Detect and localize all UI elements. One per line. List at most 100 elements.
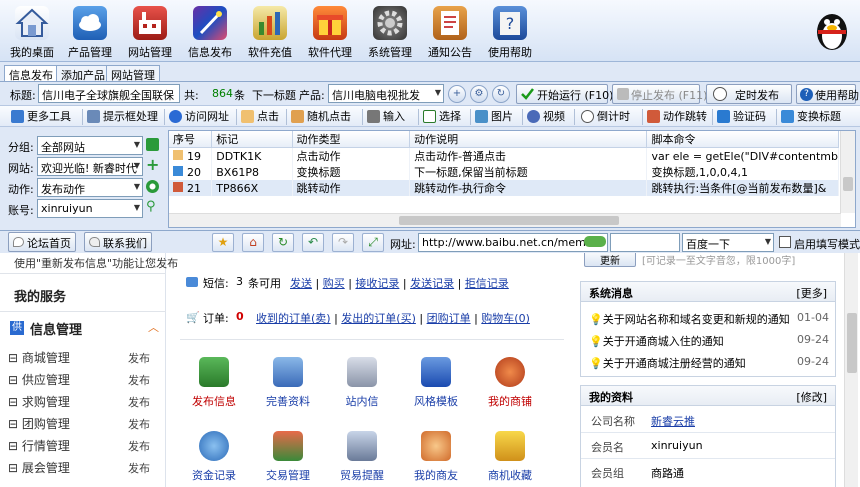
title-input[interactable]: 信川电子全球旗舰全国联保 [38,84,180,103]
info-mgmt-heading[interactable]: 信息管理 [30,319,82,338]
tool-select[interactable]: 选择 [422,108,461,126]
action-settings-icon[interactable] [146,180,159,193]
menu-item-exhibition[interactable]: ⊟ 展会管理 [8,459,70,476]
tool-more[interactable]: 更多工具 [10,108,71,126]
sms-received-link[interactable]: 接收记录 [355,277,399,290]
col-mark[interactable]: 标记 [211,131,293,148]
tool-visit-url[interactable]: 访问网址 [168,108,229,126]
sms-buy-link[interactable]: 购买 [323,277,345,290]
tool-video[interactable]: 视频 [526,108,565,126]
trade-mgmt-shortcut[interactable]: 交易管理 [256,431,320,483]
col-no[interactable]: 序号 [169,131,213,148]
table-row-selected[interactable]: 21 TP866X 跳转动作 跳转动作-执行命令 跳转执行:当条件[@当前发布数… [169,180,839,196]
group-select[interactable]: 全部网站 [37,136,143,155]
settings-icon[interactable]: ⚙ [470,85,488,103]
sms-send-link[interactable]: 发送 [290,277,312,290]
search-input[interactable] [610,233,680,252]
tool-change-title[interactable]: 变换标题 [780,108,841,126]
forum-home-button[interactable]: 论坛首页 [8,232,76,252]
toolbar-agent[interactable]: 软件代理 [300,4,360,60]
table-row[interactable]: 20 BX61P8 变换标题 下一标题,保留当前标题 变换标题,1,0,0,4,… [169,164,839,180]
my-shop-shortcut[interactable]: 我的商铺 [478,357,542,409]
help-button[interactable]: ? 使用帮助 [796,84,859,104]
add-icon[interactable]: + [448,85,466,103]
list-item[interactable]: 💡关于网站名称和域名变更和新规的通知 01-04 [589,311,829,327]
go-icon[interactable] [584,236,606,247]
edit-link[interactable]: [修改] [796,389,827,405]
list-item[interactable]: 💡关于开通商城注册经营的通知 09-24 [589,355,829,371]
sent-orders-link[interactable]: 发出的订单(买) [341,312,416,325]
grid-horizontal-scrollbar[interactable] [169,213,841,227]
toolbar-recharge[interactable]: 软件充值 [240,4,300,60]
site-mail-shortcut[interactable]: 站内信 [330,357,394,409]
url-input[interactable]: http://www.baibu.net.cn/membe [418,233,608,252]
collapse-chevron-icon[interactable]: ︿ [148,319,159,335]
complete-profile-shortcut[interactable]: 完善资料 [256,357,320,409]
favorites-shortcut[interactable]: 商机收藏 [478,431,542,483]
search-engine-select[interactable]: 百度一下 [682,233,774,252]
tool-action-jump[interactable]: 动作跳转 [646,108,707,126]
tool-alert-handler[interactable]: 提示框处理 [86,108,158,126]
publish-link[interactable]: 发布 [128,438,150,454]
refresh-icon[interactable]: ↻ [492,85,510,103]
toolbar-announcements[interactable]: 通知公告 [420,4,480,60]
timed-publish-button[interactable]: 定时发布 [706,84,792,104]
menu-item-market[interactable]: ⊟ 行情管理 [8,437,70,454]
submit-button[interactable]: 更新 [584,253,636,267]
publish-link[interactable]: 发布 [128,372,150,388]
refresh-icon[interactable]: ↻ [272,233,294,252]
menu-item-supply[interactable]: ⊟ 供应管理 [8,371,70,388]
stop-publish-button[interactable]: 停止发布 (F11) [612,84,707,104]
toolbar-site-mgmt[interactable]: 网站管理 [120,4,180,60]
fund-record-shortcut[interactable]: 资金记录 [182,431,246,483]
tool-countdown[interactable]: 倒计时 [580,108,630,126]
col-cmd[interactable]: 脚本命令 [646,131,839,148]
site-select[interactable]: 欢迎光临! 新睿时代 [37,157,143,176]
group-orders-link[interactable]: 团购订单 [427,312,471,325]
tool-captcha[interactable]: 验证码 [716,108,766,126]
toolbar-help[interactable]: ? 使用帮助 [480,4,540,60]
toolbar-product-mgmt[interactable]: 产品管理 [60,4,120,60]
list-item[interactable]: 💡关于开通商城入住的通知 09-24 [589,333,829,349]
folder-icon[interactable] [146,138,159,151]
my-friends-shortcut[interactable]: 我的商友 [404,431,468,483]
publish-link[interactable]: 发布 [128,416,150,432]
company-name-link[interactable]: 新睿云推 [651,413,695,429]
page-vertical-scrollbar[interactable] [844,253,858,487]
add-site-icon[interactable]: + [146,157,159,173]
tab-site-mgmt[interactable]: 网站管理 [106,65,160,82]
forward-arrow-icon[interactable]: ↷ [332,233,354,252]
home-icon[interactable]: ⌂ [242,233,264,252]
scroll-thumb[interactable] [843,177,853,191]
tab-add-product[interactable]: 添加产品 [56,65,110,82]
grid-vertical-scrollbar[interactable] [840,131,855,213]
tool-image[interactable]: 图片 [474,108,513,126]
received-orders-link[interactable]: 收到的订单(卖) [256,312,331,325]
scroll-thumb[interactable] [399,216,619,225]
publish-info-shortcut[interactable]: 发布信息 [182,357,246,409]
account-select[interactable]: xinruiyun [37,199,143,218]
tab-info-publish[interactable]: 信息发布 [4,65,58,82]
col-type[interactable]: 动作类型 [292,131,411,148]
tool-click[interactable]: 点击 [240,108,279,126]
fullscreen-icon[interactable]: ⤢ [362,233,384,252]
product-select[interactable]: 信川电脑电视批发 [328,84,444,103]
sms-rejected-link[interactable]: 拒信记录 [465,277,509,290]
menu-item-mall[interactable]: ⊟ 商城管理 [8,349,70,366]
autofill-checkbox[interactable] [779,236,791,248]
menu-item-purchase[interactable]: ⊟ 求购管理 [8,393,70,410]
tool-input[interactable]: 输入 [366,108,405,126]
publish-link[interactable]: 发布 [128,460,150,476]
cart-link[interactable]: 购物车(0) [481,312,530,325]
scroll-thumb[interactable] [847,313,857,373]
favorite-star-icon[interactable]: ★ [212,233,234,252]
menu-item-group-buy[interactable]: ⊟ 团购管理 [8,415,70,432]
action-select[interactable]: 发布动作 [37,178,143,197]
col-desc[interactable]: 动作说明 [409,131,648,148]
table-row[interactable]: 19 DDTK1K 点击动作 点击动作-普通点击 var ele = getEl… [169,147,839,164]
contact-us-button[interactable]: 联系我们 [84,232,152,252]
publish-link[interactable]: 发布 [128,350,150,366]
back-arrow-icon[interactable]: ↶ [302,233,324,252]
publish-link[interactable]: 发布 [128,394,150,410]
search-icon[interactable]: ⚲ [146,200,159,214]
